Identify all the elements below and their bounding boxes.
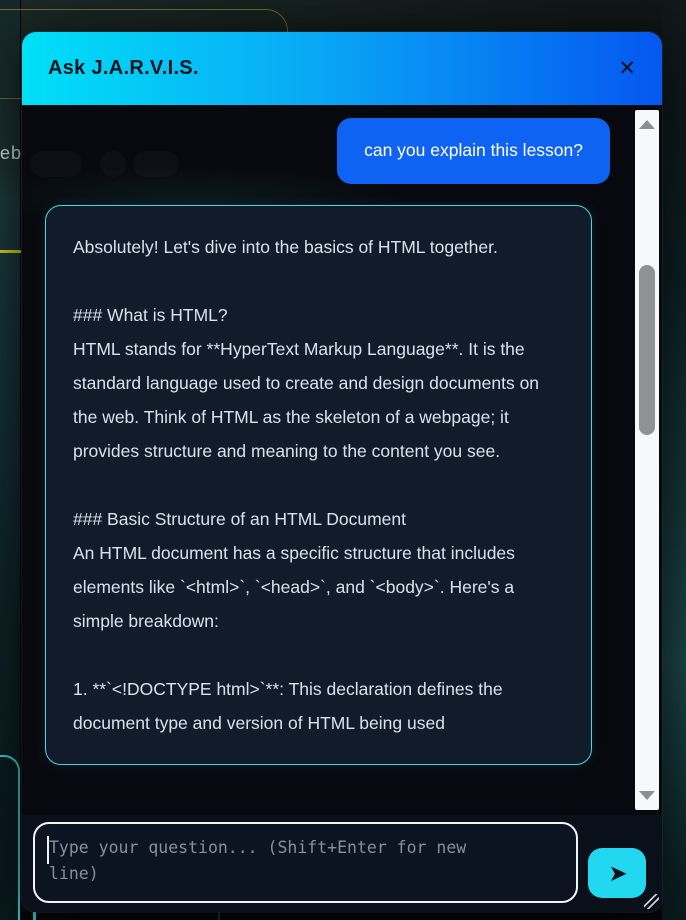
background-card-border [0,755,20,920]
close-button[interactable]: ✕ [618,58,636,79]
scroll-down-icon[interactable] [639,791,655,800]
background-page-left-edge: eb [0,0,21,920]
background-page-bottom-edge [21,912,662,920]
send-button[interactable]: ➤ [588,848,646,898]
chat-message-area: can you explain this lesson? Absolutely!… [22,105,662,815]
background-cyan-tick [33,912,36,920]
modal-header: Ask J.A.R.V.I.S. ✕ [22,32,662,105]
background-page-right-edge [662,0,686,920]
assistant-message-bubble: Absolutely! Let's dive into the basics o… [45,205,592,765]
resize-handle-icon[interactable] [644,894,659,909]
chat-scrollbar[interactable] [635,110,659,810]
background-ghost-pill [133,151,179,177]
close-icon: ✕ [618,56,636,80]
send-icon: ➤ [608,859,628,886]
background-ghost-pill [30,151,82,177]
composer-bar: ➤ [22,815,662,912]
background-partial-text: eb [0,143,23,163]
scroll-up-icon[interactable] [639,120,655,129]
background-yellow-divider [0,250,21,253]
ask-jarvis-modal: Ask J.A.R.V.I.S. ✕ can you explain this … [22,32,662,912]
scrollbar-thumb[interactable] [639,265,655,435]
user-message-bubble: can you explain this lesson? [337,118,610,184]
modal-title: Ask J.A.R.V.I.S. [48,57,199,79]
background-faint-line [218,912,220,920]
question-input[interactable] [33,822,578,903]
background-ghost-pill [100,151,126,177]
